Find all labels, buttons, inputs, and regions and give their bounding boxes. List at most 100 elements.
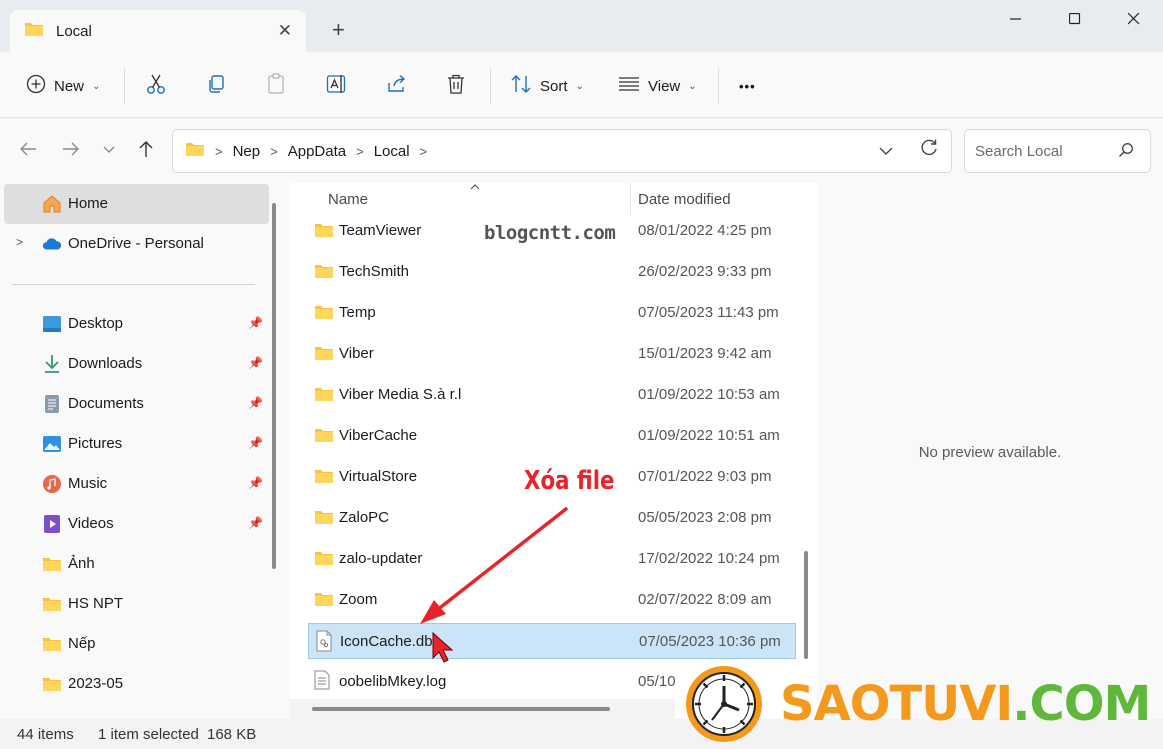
address-bar[interactable]: > Nep > AppData > Local > [172,129,952,173]
file-date: 07/05/2023 10:36 pm [639,633,781,650]
file-date: 01/09/2022 10:53 am [638,386,780,403]
search-input[interactable]: Search Local [964,129,1151,173]
file-row-temp[interactable]: Temp 07/05/2023 11:43 pm [308,295,796,331]
file-row-zalopc[interactable]: ZaloPC 05/05/2023 2:08 pm [308,500,796,536]
chevron-right-icon[interactable]: > [215,144,223,159]
sidebar-item-2023-05[interactable]: 2023-05 [0,664,265,704]
sort-icon [510,74,532,98]
search-placeholder: Search Local [975,142,1063,160]
refresh-icon[interactable] [919,138,939,164]
maximize-button[interactable] [1045,0,1104,38]
sidebar-item-documents[interactable]: Documents 📌 [0,384,265,424]
clock-logo-icon [686,666,762,742]
annotation-label: Xóa file [524,466,615,496]
file-list-vertical-scrollbar[interactable] [804,551,808,659]
search-icon [1118,142,1134,162]
folder-icon [314,263,334,283]
sidebar-item-pictures[interactable]: Pictures 📌 [0,424,265,464]
column-header-date[interactable]: Date modified [638,191,731,208]
address-history-chevron-icon[interactable] [879,141,893,164]
sidebar-scrollbar[interactable] [272,203,276,569]
delete-button[interactable] [446,72,466,100]
file-date: 07/01/2022 9:03 pm [638,468,772,485]
back-arrow-icon[interactable] [18,139,38,165]
close-tab-icon[interactable]: ✕ [278,21,292,41]
file-name: Zoom [339,591,378,608]
up-arrow-icon[interactable] [136,139,156,165]
sidebar-item-desktop[interactable]: Desktop 📌 [0,304,265,344]
folder-icon [314,509,334,529]
breadcrumb-appdata[interactable]: AppData [288,143,346,160]
file-date: 05/05/2023 2:08 pm [638,509,772,526]
column-header-name[interactable]: Name [328,191,368,208]
tab-local[interactable]: Local ✕ [10,10,306,52]
navigation-pane: Home > OneDrive - Personal Desktop 📌 Dow… [0,183,290,719]
pin-icon[interactable]: 📌 [248,476,263,490]
pin-icon[interactable]: 📌 [248,316,263,330]
toolbar-divider [490,68,491,104]
chevron-right-icon[interactable]: > [270,144,278,159]
file-row-viber[interactable]: Viber 15/01/2023 9:42 am [308,336,796,372]
file-name: Viber Media S.à r.l [339,386,462,403]
view-label: View [648,77,681,95]
pin-icon[interactable]: 📌 [248,396,263,410]
file-row-vibercache[interactable]: ViberCache 01/09/2022 10:51 am [308,418,796,454]
paste-button[interactable] [266,72,286,100]
sidebar-item-home[interactable]: Home [4,184,269,224]
column-divider[interactable] [630,183,631,215]
preview-pane: No preview available. [817,183,1163,719]
desktop-icon [42,314,62,334]
sidebar-item-nep[interactable]: Nếp [0,624,265,664]
sidebar-item-label: Home [68,195,109,212]
sort-button[interactable]: Sort ⌄ [510,72,584,100]
sidebar-item-anh[interactable]: Ảnh [0,544,265,584]
recent-locations-chevron-icon[interactable] [102,139,116,165]
new-tab-button[interactable]: + [332,19,345,41]
file-row-viber-media[interactable]: Viber Media S.à r.l 01/09/2022 10:53 am [308,377,796,413]
file-row-iconcache[interactable]: IconCache.db 07/05/2023 10:36 pm [308,623,796,659]
file-row-zalo-updater[interactable]: zalo-updater 17/02/2022 10:24 pm [308,541,796,577]
clipboard-icon [266,73,286,99]
file-date: 15/01/2023 9:42 am [638,345,772,362]
file-list-horizontal-scrollbar[interactable] [312,707,610,711]
file-date: 08/01/2022 4:25 pm [638,222,772,239]
file-name: IconCache.db [340,633,433,650]
cut-button[interactable] [146,72,166,100]
sidebar-item-onedrive[interactable]: > OneDrive - Personal [0,224,265,264]
sidebar-item-music[interactable]: Music 📌 [0,464,265,504]
sidebar-item-videos[interactable]: Videos 📌 [0,504,265,544]
share-button[interactable] [386,72,408,100]
folder-icon [314,222,334,242]
sidebar-item-label: Pictures [68,435,123,452]
close-window-button[interactable] [1104,0,1163,38]
more-options-button[interactable]: ••• [739,72,756,100]
scissors-icon [146,73,166,99]
file-row-techsmith[interactable]: TechSmith 26/02/2023 9:33 pm [308,254,796,290]
pin-icon[interactable]: 📌 [248,516,263,530]
chevron-right-icon[interactable]: > [356,144,364,159]
file-row-zoom[interactable]: Zoom 02/07/2022 8:09 am [308,582,796,618]
chevron-down-icon: ⌄ [92,80,101,92]
minimize-button[interactable] [986,0,1045,38]
forward-arrow-icon[interactable] [61,139,81,165]
sidebar-item-label: Nếp [68,635,96,652]
chevron-right-icon[interactable]: > [16,235,23,249]
sidebar-item-downloads[interactable]: Downloads 📌 [0,344,265,384]
command-bar: New ⌄ Sort ⌄ View ⌄ ••• [0,52,1163,118]
sidebar-item-hs-npt[interactable]: HS NPT [0,584,265,624]
view-button[interactable]: View ⌄ [618,72,697,100]
chevron-right-icon[interactable]: > [420,144,428,159]
breadcrumb-local[interactable]: Local [374,143,410,160]
selection-count: 1 item selected [98,726,199,743]
pin-icon[interactable]: 📌 [248,436,263,450]
pin-icon[interactable]: 📌 [248,356,263,370]
new-button[interactable]: New ⌄ [26,72,100,100]
new-label: New [54,77,85,95]
copy-button[interactable] [206,72,226,100]
breadcrumb-nep[interactable]: Nep [233,143,261,160]
file-date: 17/02/2022 10:24 pm [638,550,780,567]
rename-button[interactable] [326,72,348,100]
navigation-bar: > Nep > AppData > Local > Search Local [0,119,1163,183]
sidebar-item-label: OneDrive - Personal [68,235,204,252]
folder-icon [42,554,62,574]
